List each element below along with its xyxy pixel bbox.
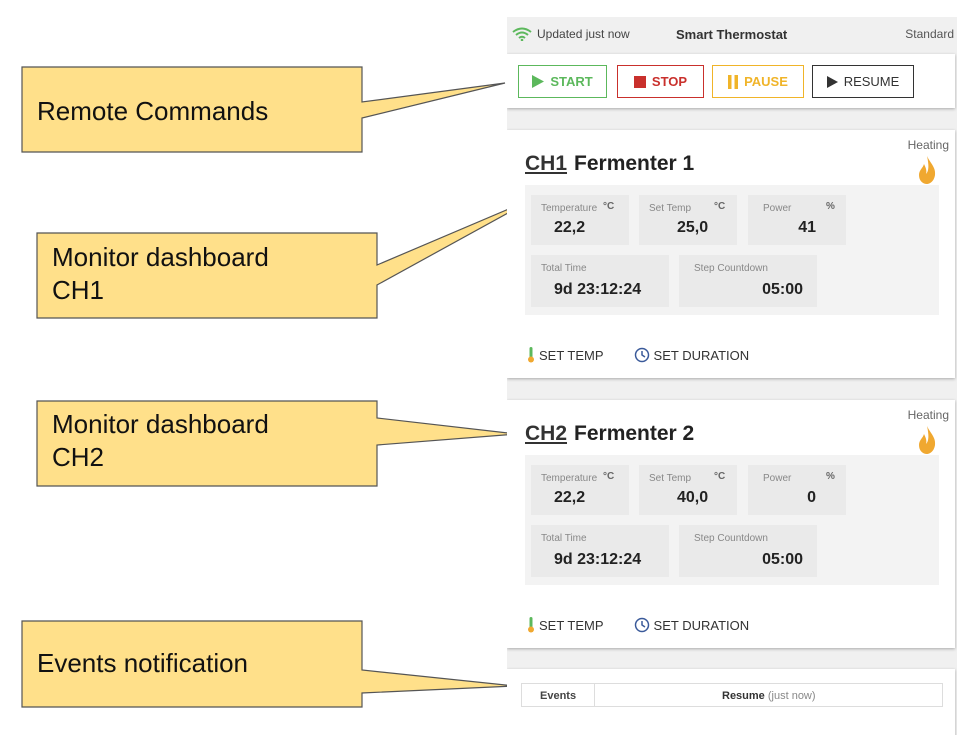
stop-label: STOP (651, 74, 688, 89)
temperature-unit: °C (603, 201, 615, 212)
set-temp-tile: Set Temp °C 25,0 (639, 195, 737, 245)
callout-ch1-line2: CH1 (52, 275, 105, 305)
resume-button[interactable]: RESUME (812, 65, 914, 98)
set-temp-tile: Set Temp °C 40,0 (639, 465, 737, 515)
callout-ch2-line1: Monitor dashboard (52, 409, 269, 439)
events-panel: Events Resume (just now) (507, 669, 955, 735)
thermometer-icon (528, 617, 534, 633)
step-countdown-label: Step Countdown (694, 533, 768, 544)
channel-title: CH2 Fermenter 2 (525, 422, 694, 446)
remote-commands-bar: START STOP PAUSE RESUME (507, 54, 955, 108)
metrics-panel: Temperature °C 22,2 Set Temp °C 25,0 Pow… (525, 185, 939, 315)
channel-link[interactable]: CH2 (525, 422, 567, 445)
set-temp-unit: °C (714, 471, 726, 482)
event-time: (just now) (767, 690, 816, 702)
pause-icon (728, 74, 739, 89)
thermometer-icon (528, 347, 534, 363)
update-status: Updated just now (512, 27, 630, 41)
power-value: 0 (807, 489, 816, 506)
clock-icon (634, 617, 649, 633)
total-time-value: 9d 23:12:24 (554, 551, 642, 568)
total-time-label: Total Time (541, 533, 587, 544)
start-label: START (550, 74, 593, 89)
channel-title: CH1 Fermenter 1 (525, 152, 694, 176)
power-label: Power (763, 473, 792, 484)
total-time-label: Total Time (541, 263, 587, 274)
channel-name: Fermenter 1 (574, 152, 695, 175)
set-temp-value: 40,0 (677, 489, 709, 506)
clock-icon (634, 347, 649, 363)
pause-button[interactable]: PAUSE (712, 65, 804, 98)
channel-actions: SET TEMP SET DURATION (527, 347, 779, 363)
callout-remote-commands-text: Remote Commands (37, 96, 269, 126)
temperature-unit: °C (603, 471, 615, 482)
set-duration-button[interactable]: SET DURATION (634, 617, 750, 633)
temperature-value: 22,2 (554, 489, 586, 506)
play-icon (826, 75, 838, 88)
play-icon (532, 75, 545, 88)
updated-text: Updated just now (537, 27, 630, 41)
set-temp-unit: °C (714, 201, 726, 212)
app-title: Smart Thermostat (676, 27, 788, 42)
channel-card-ch1: Heating CH1 Fermenter 1 Temperature °C 22… (507, 130, 955, 378)
set-duration-action-label: SET DURATION (653, 347, 750, 363)
callout-ch1-line1: Monitor dashboard (52, 242, 269, 272)
flame-icon (919, 426, 936, 454)
channel-name: Fermenter 2 (574, 422, 695, 445)
set-temp-label: Set Temp (649, 473, 692, 484)
total-time-tile: Total Time 9d 23:12:24 (531, 255, 669, 307)
temperature-label: Temperature (541, 473, 598, 484)
power-label: Power (763, 203, 792, 214)
mode-label[interactable]: Standard (905, 27, 954, 41)
events-label: Events (540, 690, 577, 702)
power-unit: % (826, 471, 835, 482)
resume-label: RESUME (843, 74, 900, 89)
stop-icon (633, 75, 646, 88)
events-row: Events Resume (just now) (521, 683, 943, 707)
step-countdown-value: 05:00 (762, 551, 803, 568)
step-countdown-tile: Step Countdown 05:00 (679, 525, 817, 577)
event-name: Resume (722, 690, 765, 702)
temperature-tile: Temperature °C 22,2 (531, 195, 629, 245)
channel-actions: SET TEMP SET DURATION (527, 617, 779, 633)
temperature-tile: Temperature °C 22,2 (531, 465, 629, 515)
power-unit: % (826, 201, 835, 212)
callout-ch2-line2: CH2 (52, 442, 105, 472)
pause-label: PAUSE (744, 74, 788, 89)
step-countdown-label: Step Countdown (694, 263, 768, 274)
step-countdown-value: 05:00 (762, 281, 803, 298)
stop-button[interactable]: STOP (617, 65, 704, 98)
callout-events-text: Events notification (37, 648, 249, 678)
set-temp-action-label: SET TEMP (539, 617, 604, 633)
event-message: Resume (just now) (722, 690, 816, 702)
channel-card-ch2: Heating CH2 Fermenter 2 Temperature °C 22… (507, 400, 955, 648)
events-divider (594, 684, 595, 706)
step-countdown-tile: Step Countdown 05:00 (679, 255, 817, 307)
set-temp-value: 25,0 (677, 219, 709, 236)
set-duration-button[interactable]: SET DURATION (634, 347, 750, 363)
heating-status: Heating (907, 138, 949, 152)
set-temp-button[interactable]: SET TEMP (527, 347, 604, 363)
power-tile: Power % 0 (748, 465, 846, 515)
temperature-value: 22,2 (554, 219, 586, 236)
wifi-icon (512, 27, 532, 41)
metrics-panel: Temperature °C 22,2 Set Temp °C 40,0 Pow… (525, 455, 939, 585)
set-temp-label: Set Temp (649, 203, 692, 214)
thermostat-app: Updated just now Smart Thermostat Standa… (507, 17, 957, 735)
start-button[interactable]: START (518, 65, 607, 98)
power-tile: Power % 41 (748, 195, 846, 245)
flame-icon (919, 156, 936, 184)
channel-link[interactable]: CH1 (525, 152, 567, 175)
temperature-label: Temperature (541, 203, 598, 214)
set-temp-button[interactable]: SET TEMP (527, 617, 604, 633)
total-time-tile: Total Time 9d 23:12:24 (531, 525, 669, 577)
power-value: 41 (798, 219, 816, 236)
set-duration-action-label: SET DURATION (653, 617, 750, 633)
total-time-value: 9d 23:12:24 (554, 281, 642, 298)
top-bar: Updated just now Smart Thermostat Standa… (507, 17, 957, 53)
set-temp-action-label: SET TEMP (539, 347, 604, 363)
heating-status: Heating (907, 408, 949, 422)
